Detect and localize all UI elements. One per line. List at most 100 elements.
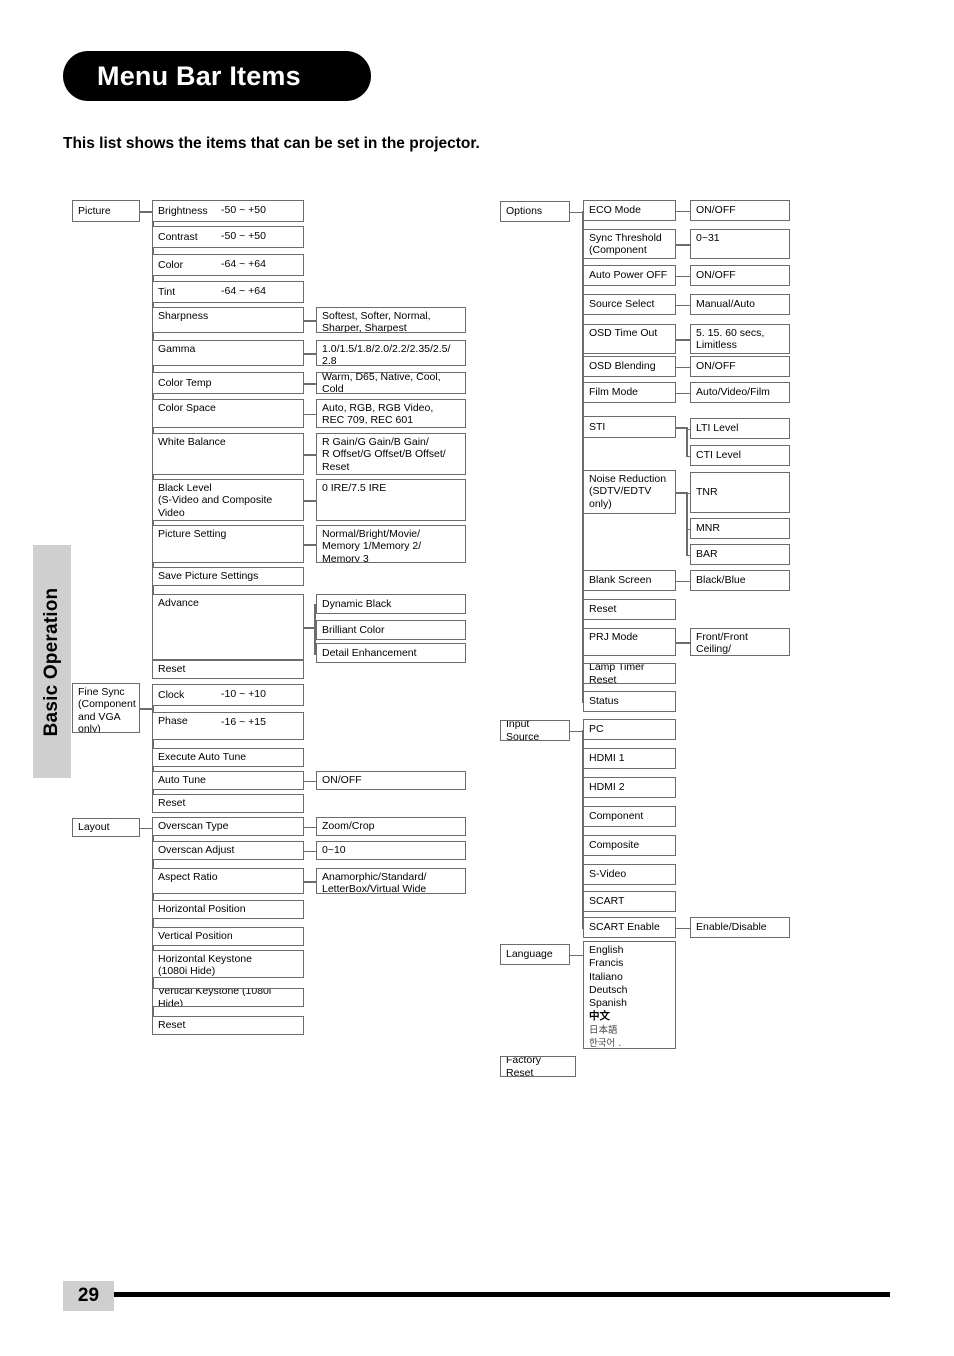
tree-node-child[interactable]: Brilliant Color (316, 620, 466, 640)
tree-node-input-source-item[interactable]: PC (583, 719, 676, 740)
tree-node-picture-item[interactable]: Tint -64 ~ +64 (152, 281, 304, 303)
tree-node-options-item[interactable]: OSD Blending (583, 356, 676, 377)
tree-node-picture-item[interactable]: Picture Setting (152, 525, 304, 563)
tree-node-picture-item[interactable]: White Balance (152, 433, 304, 475)
tree-connector-horizontal (304, 780, 316, 783)
tree-node-fine-sync-item[interactable]: Auto Tune (152, 771, 304, 790)
language-option[interactable]: Deutsch (589, 984, 671, 997)
tree-node-language[interactable]: Language (500, 944, 570, 965)
tree-node-label: Vertical Keystone (1080i Hide) (158, 988, 272, 1007)
tree-node-picture-item[interactable]: Color Temp (152, 372, 304, 394)
tree-node-value[interactable]: Warm, D65, Native, Cool, Cold (316, 372, 466, 394)
language-option[interactable]: 中文 (589, 1010, 671, 1023)
tree-node-child[interactable]: LTI Level (690, 418, 790, 439)
tree-node-picture[interactable]: Picture (72, 200, 140, 222)
tree-node-layout[interactable]: Layout (72, 818, 140, 837)
tree-node-value[interactable]: Normal/Bright/Movie/ Memory 1/Memory 2/ … (316, 525, 466, 563)
tree-node-options-item[interactable]: Sync Threshold (Component only) (583, 229, 676, 259)
tree-node-child[interactable]: Detail Enhancement (316, 643, 466, 663)
tree-node-value[interactable]: ON/OFF (690, 356, 790, 377)
tree-node-label: Execute Auto Tune (158, 751, 247, 764)
tree-node-value[interactable]: Manual/Auto (690, 294, 790, 315)
language-option[interactable]: Spanish (589, 997, 671, 1010)
tree-node-options-item[interactable]: Status (583, 691, 676, 712)
tree-node-value[interactable]: Enable/Disable (690, 917, 790, 938)
tree-node-input-source-item[interactable]: Component (583, 806, 676, 827)
tree-node-label: PRJ Mode (589, 631, 639, 643)
tree-node-picture-item[interactable]: Brightness -50 ~ +50 (152, 200, 304, 222)
tree-node-picture-item[interactable]: Contrast -50 ~ +50 (152, 226, 304, 248)
tree-node-layout-item[interactable]: Horizontal Position (152, 900, 304, 919)
tree-node-options-item[interactable]: Blank Screen (583, 570, 676, 591)
language-option[interactable]: Francis (589, 957, 671, 970)
tree-node-value[interactable]: Zoom/Crop (316, 817, 466, 836)
tree-node-factory-reset[interactable]: Factory Reset (500, 1056, 576, 1077)
tree-node-value[interactable]: 0~31 (690, 229, 790, 259)
tree-node-options-item[interactable]: PRJ Mode (583, 628, 676, 656)
tree-node-fine-sync-item[interactable]: Execute Auto Tune (152, 748, 304, 767)
tree-node-options-item[interactable]: Auto Power OFF (583, 265, 676, 286)
tree-node-layout-item[interactable]: Vertical Keystone (1080i Hide) (152, 988, 304, 1007)
tree-node-picture-item[interactable]: Save Picture Settings (152, 567, 304, 586)
language-option[interactable]: Italiano (589, 971, 671, 984)
tree-node-layout-item[interactable]: Overscan Type (152, 817, 304, 836)
tree-node-picture-item[interactable]: Sharpness (152, 307, 304, 333)
tree-node-picture-item[interactable]: Reset (152, 660, 304, 679)
tree-node-options-item[interactable]: STI (583, 416, 676, 438)
tree-node-child[interactable]: MNR (690, 518, 790, 539)
tree-node-label: Black Level (S-Video and Composite Video… (158, 482, 273, 520)
tree-node-child[interactable]: Dynamic Black (316, 594, 466, 614)
tree-node-options-item[interactable]: Reset (583, 599, 676, 620)
tree-node-options[interactable]: Options (500, 201, 570, 222)
tree-node-options-item[interactable]: Lamp Timer Reset (583, 663, 676, 684)
tree-node-input-source-item[interactable]: HDMI 1 (583, 748, 676, 769)
tree-node-value[interactable]: 0~10 (316, 841, 466, 860)
tree-node-picture-item[interactable]: Advance (152, 594, 304, 660)
tree-node-picture-item[interactable]: Color -64 ~ +64 (152, 254, 304, 276)
tree-node-value[interactable]: Black/Blue (690, 570, 790, 591)
tree-node-fine-sync-item[interactable]: Phase -16 ~ +15 (152, 712, 304, 740)
tree-node-fine-sync[interactable]: Fine Sync (Component and VGA only) (72, 683, 140, 733)
tree-node-options-item[interactable]: ECO Mode (583, 200, 676, 221)
tree-node-fine-sync-item[interactable]: Clock -10 ~ +10 (152, 684, 304, 706)
tree-node-input-source[interactable]: Input Source (500, 720, 570, 741)
tree-node-fine-sync-item[interactable]: Reset (152, 794, 304, 813)
tree-node-language-options[interactable]: English Francis Italiano Deutsch Spanish 中文 日本… (583, 941, 676, 1049)
tree-node-child[interactable]: BAR (690, 544, 790, 565)
tree-node-value[interactable]: Anamorphic/Standard/ LetterBox/Virtual W… (316, 868, 466, 894)
tree-node-input-source-item[interactable]: HDMI 2 (583, 777, 676, 798)
tree-node-value[interactable]: Softest, Softer, Normal, Sharper, Sharpe… (316, 307, 466, 333)
tree-node-layout-item[interactable]: Overscan Adjust (152, 841, 304, 860)
tree-node-layout-item[interactable]: Reset (152, 1016, 304, 1035)
tree-node-options-item[interactable]: Source Select (583, 294, 676, 315)
tree-node-value[interactable]: Auto/Video/Film (690, 382, 790, 403)
tree-node-value[interactable]: ON/OFF (316, 771, 466, 790)
tree-node-picture-item[interactable]: Gamma (152, 340, 304, 366)
language-option[interactable]: 日本語 (589, 1024, 671, 1037)
tree-node-picture-item[interactable]: Black Level (S-Video and Composite Video… (152, 479, 304, 521)
tree-node-layout-item[interactable]: Aspect Ratio (152, 868, 304, 894)
tree-node-options-item[interactable]: Noise Reduction (SDTV/EDTV only) (583, 470, 676, 514)
tree-node-value[interactable]: R Gain/G Gain/B Gain/ R Offset/G Offset/… (316, 433, 466, 475)
tree-node-value[interactable]: 0 IRE/7.5 IRE (316, 479, 466, 521)
tree-node-value[interactable]: Auto, RGB, RGB Video, REC 709, REC 601 (316, 399, 466, 428)
tree-node-picture-item[interactable]: Color Space (152, 399, 304, 428)
tree-node-value[interactable]: ON/OFF (690, 265, 790, 286)
tree-node-layout-item[interactable]: Horizontal Keystone (1080i Hide) (152, 950, 304, 978)
tree-node-value[interactable]: ON/OFF (690, 200, 790, 221)
tree-node-value[interactable]: 5. 15. 60 secs, Limitless (690, 324, 790, 354)
tree-node-input-source-item[interactable]: SCART (583, 891, 676, 912)
tree-node-value-label: Auto, RGB, RGB Video, REC 709, REC 601 (322, 402, 434, 427)
tree-node-child[interactable]: TNR (690, 472, 790, 513)
tree-node-layout-item[interactable]: Vertical Position (152, 927, 304, 946)
tree-node-child[interactable]: CTI Level (690, 445, 790, 466)
tree-node-options-item[interactable]: Film Mode (583, 382, 676, 403)
tree-node-input-source-item[interactable]: Composite (583, 835, 676, 856)
tree-node-options-item[interactable]: OSD Time Out (583, 324, 676, 354)
language-option[interactable]: 한국어 . (589, 1037, 671, 1048)
tree-node-value[interactable]: Front/Front Ceiling/ Rear/Rear Ceiling (690, 628, 790, 656)
tree-node-value[interactable]: 1.0/1.5/1.8/2.0/2.2/2.35/2.5/ 2.8 (316, 340, 466, 366)
tree-node-input-source-item[interactable]: SCART Enable (583, 917, 676, 938)
language-option[interactable]: English (589, 944, 671, 957)
tree-node-input-source-item[interactable]: S-Video (583, 864, 676, 885)
